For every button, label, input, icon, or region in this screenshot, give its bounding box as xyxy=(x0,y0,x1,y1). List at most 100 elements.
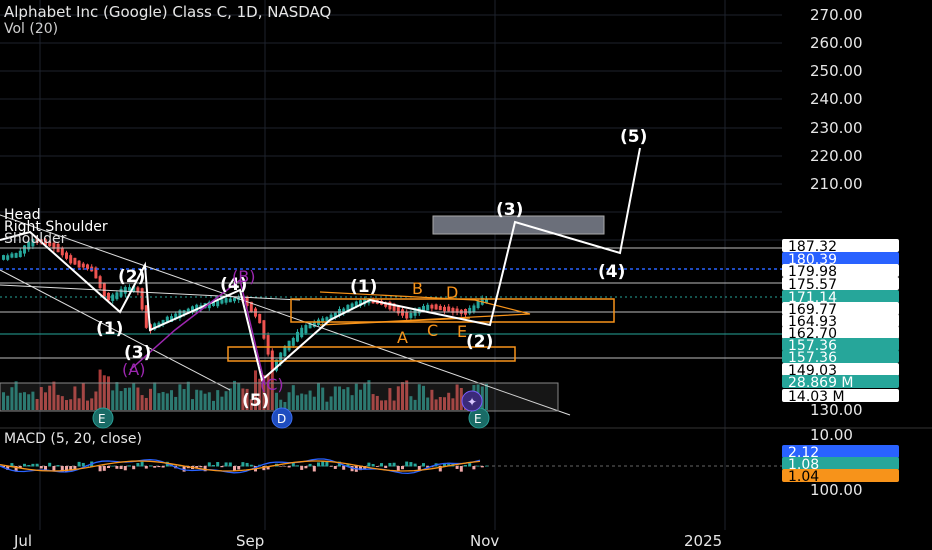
macd-tags: 2.121.081.04 xyxy=(782,445,899,485)
pattern-label: C xyxy=(427,321,438,340)
candle-body xyxy=(325,317,329,321)
macd-bar xyxy=(157,466,161,468)
macd-bar xyxy=(233,466,236,471)
candle-body xyxy=(107,292,110,301)
candle-body xyxy=(434,304,438,310)
macd-label: MACD (5, 20, close) xyxy=(4,431,142,447)
candle-body xyxy=(426,304,430,311)
candle-body xyxy=(65,252,68,259)
macd-bar xyxy=(279,466,283,467)
macd-bar xyxy=(371,464,375,467)
macd-bar xyxy=(161,466,165,468)
macd-bar xyxy=(367,462,371,467)
chart-title: Alphabet Inc (Google) Class C, 1D, NASDA… xyxy=(4,3,331,21)
macd-bar xyxy=(123,466,127,471)
pattern-label: E xyxy=(457,322,467,341)
macd-bar xyxy=(119,466,123,470)
macd-bar xyxy=(199,466,203,468)
macd-bar xyxy=(287,466,291,468)
macd-bar xyxy=(325,461,329,467)
y-tick-label: 260.00 xyxy=(810,34,863,52)
macd-bar xyxy=(77,461,81,467)
candle-body xyxy=(262,320,266,339)
price-tags: 187.32180.39179.98175.57171.14169.77164.… xyxy=(782,239,899,405)
candle-body xyxy=(98,276,102,289)
macd-bar xyxy=(321,461,325,467)
wave-label: (3) xyxy=(496,200,523,220)
wave-label: (4) xyxy=(598,262,625,282)
macd-bar xyxy=(333,466,337,469)
macd-bar xyxy=(308,463,312,467)
macd-bar xyxy=(455,466,459,469)
time-axis[interactable]: Jul Sep Nov 2025 xyxy=(13,532,722,550)
candle-body xyxy=(123,287,127,294)
macd-bar xyxy=(52,466,56,471)
candle-body xyxy=(233,297,236,302)
y-tick-label: 210.00 xyxy=(810,175,863,193)
candle-body xyxy=(228,298,232,303)
candle-body xyxy=(258,313,262,324)
macd-bar xyxy=(153,466,157,468)
macd-bar xyxy=(237,466,241,470)
candle-body xyxy=(409,313,413,318)
candle-body xyxy=(447,306,451,312)
macd-bar xyxy=(56,465,60,467)
macd-bar xyxy=(422,463,425,467)
candle-body xyxy=(14,253,18,258)
macd-bar xyxy=(329,466,333,467)
annotation-shoulder: Shoulder xyxy=(4,231,67,247)
wave-label: (1) xyxy=(96,319,123,339)
y-tick-label: 240.00 xyxy=(810,90,863,108)
macd-bar xyxy=(375,466,379,467)
candle-body xyxy=(6,255,10,260)
macd-bar xyxy=(464,464,467,467)
candle-body xyxy=(443,306,446,312)
macd-bar xyxy=(300,466,304,470)
y-tick-label: 230.00 xyxy=(810,119,863,137)
macd-bar xyxy=(81,462,85,467)
macd-bar xyxy=(384,466,388,469)
macd-bar xyxy=(476,465,480,467)
candle-body xyxy=(2,255,5,260)
macd-bar xyxy=(241,462,245,467)
macd-bar xyxy=(401,466,404,470)
macd-bar xyxy=(216,462,220,467)
candle-body xyxy=(115,292,119,300)
macd-bar xyxy=(249,464,253,467)
macd-bar xyxy=(388,462,392,467)
macd-bar xyxy=(212,465,215,467)
macd-bar xyxy=(23,463,26,467)
macd-axis-label: 10.00 xyxy=(810,426,853,444)
chart-stage[interactable]: (2) (1) (3) (4) (5) (1) (2) (3) (4) (5) … xyxy=(0,0,932,550)
macd-bar xyxy=(115,466,119,469)
macd-bar xyxy=(224,462,228,467)
macd-bar xyxy=(98,466,102,472)
candle-body xyxy=(140,288,144,310)
macd-bar xyxy=(485,465,488,467)
macd-bar xyxy=(245,462,249,467)
trend-line xyxy=(0,284,301,301)
macd-bar xyxy=(380,463,383,467)
macd-bar xyxy=(405,461,409,467)
dividend-marker-label: D xyxy=(277,412,286,426)
candle-body xyxy=(401,309,404,316)
macd-bar xyxy=(73,466,77,469)
x-tick-label: Nov xyxy=(470,532,499,550)
wave-label: (5) xyxy=(620,127,647,147)
macd-bar xyxy=(128,465,131,467)
macd-bar xyxy=(220,466,224,468)
wave-label: (5) xyxy=(242,391,269,411)
macd-bar xyxy=(35,463,39,467)
price-chart[interactable]: (2) (1) (3) (4) (5) (1) (2) (3) (4) (5) … xyxy=(0,0,932,550)
macd-bar xyxy=(111,465,115,467)
candle-body xyxy=(476,300,480,308)
pattern-label: B xyxy=(412,279,423,298)
macd-bar xyxy=(409,462,413,467)
macd-bar xyxy=(296,465,299,467)
macd-bar xyxy=(207,462,211,467)
candle-body xyxy=(73,257,77,265)
candle-body xyxy=(81,263,85,268)
pattern-label: D xyxy=(446,283,458,302)
candle-body xyxy=(111,294,115,301)
macd-bar xyxy=(27,465,31,467)
